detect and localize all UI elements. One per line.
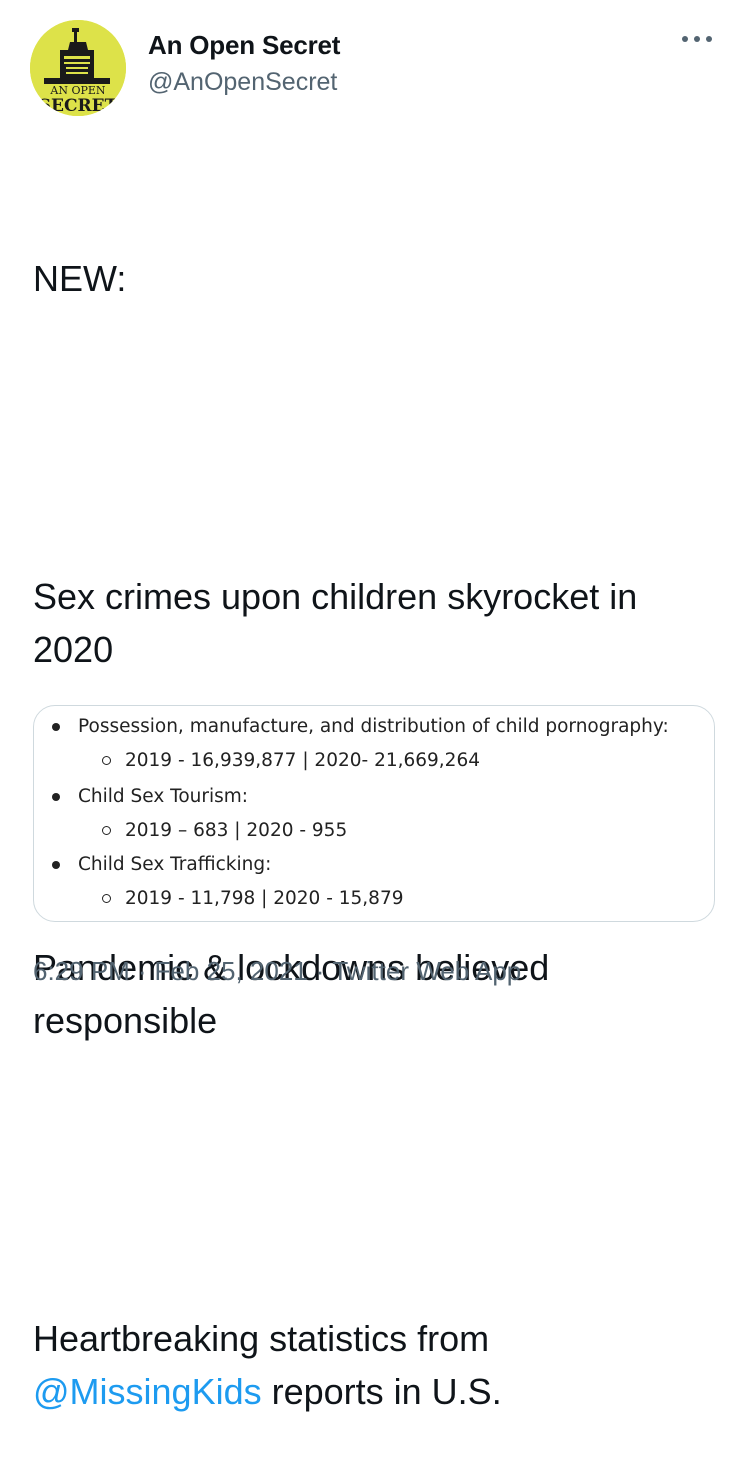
meta-separator: · <box>137 956 147 986</box>
tweet-line-source: Heartbreaking statistics from @MissingKi… <box>33 1312 723 1418</box>
tweet-line-headline: Sex crimes upon children skyrocket in 20… <box>33 576 648 670</box>
list-item: Child Sex Trafficking: <box>52 854 271 875</box>
tweet-meta: 6:29 PM · Feb 25, 2021 · Twitter Web App <box>33 956 521 987</box>
statue-of-liberty-logo-icon: AN OPEN SECRET <box>30 20 126 116</box>
avatar-text-bottom: SECRET <box>39 96 118 116</box>
list-item-detail-text: 2019 - 16,939,877 | 2020- 21,669,264 <box>125 750 480 771</box>
mention-link[interactable]: @MissingKids <box>33 1371 262 1412</box>
list-item-detail-text: 2019 – 683 | 2020 - 955 <box>125 820 348 841</box>
list-item: Child Sex Tourism: <box>52 786 248 807</box>
display-name[interactable]: An Open Secret <box>148 30 340 61</box>
tweet-header: AN OPEN SECRET An Open Secret @AnOpenSec… <box>30 20 720 120</box>
list-item-detail-text: 2019 - 11,798 | 2020 - 15,879 <box>125 888 404 909</box>
sub-bullet-icon <box>102 826 111 835</box>
tweet-source[interactable]: Twitter Web App <box>332 956 521 987</box>
tweet-line-source-prefix: Heartbreaking statistics from <box>33 1318 500 1359</box>
sub-bullet-icon <box>102 894 111 903</box>
tweet-line-source-suffix: reports in U.S. <box>261 1371 502 1412</box>
meta-separator: · <box>315 956 325 986</box>
tweet-date[interactable]: Feb 25, 2021 <box>155 956 308 987</box>
tweet-image[interactable]: Possession, manufacture, and distributio… <box>33 705 715 922</box>
list-item-label: Child Sex Trafficking: <box>78 854 272 875</box>
bullet-icon <box>52 860 60 869</box>
tweet-time[interactable]: 6:29 PM <box>33 956 130 987</box>
bullet-icon <box>52 792 60 801</box>
list-item-label: Child Sex Tourism: <box>78 786 249 807</box>
list-item-label: Possession, manufacture, and distributio… <box>78 716 669 737</box>
list-item: Possession, manufacture, and distributio… <box>52 716 669 737</box>
bullet-icon <box>52 722 60 731</box>
tweet-line-new: NEW: <box>33 258 127 299</box>
sub-bullet-icon <box>102 756 111 765</box>
list-item-detail: 2019 - 11,798 | 2020 - 15,879 <box>102 888 404 909</box>
avatar[interactable]: AN OPEN SECRET <box>30 20 126 116</box>
user-handle[interactable]: @AnOpenSecret <box>148 68 337 97</box>
ellipsis-icon[interactable] <box>680 32 714 46</box>
list-item-detail: 2019 – 683 | 2020 - 955 <box>102 820 347 841</box>
list-item-detail: 2019 - 16,939,877 | 2020- 21,669,264 <box>102 750 480 771</box>
